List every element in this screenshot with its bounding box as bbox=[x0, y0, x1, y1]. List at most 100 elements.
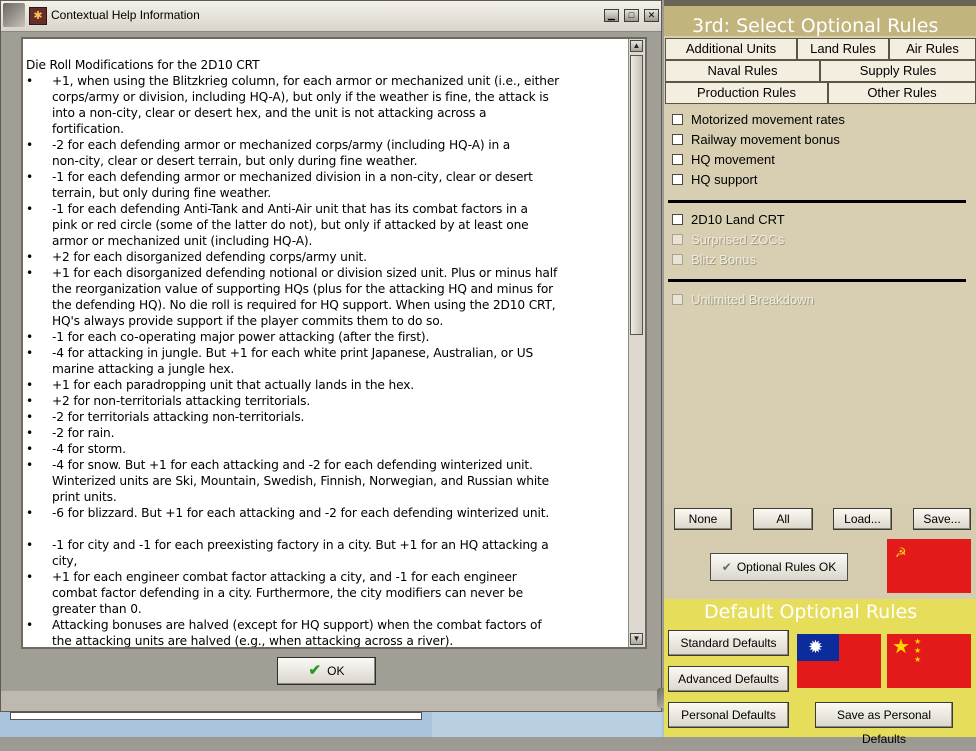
personal-defaults-label: Personal Defaults bbox=[681, 708, 776, 722]
modifier-item: • -1 for each defending armor or mechaniz… bbox=[26, 169, 628, 201]
minimize-icon[interactable]: ▁ bbox=[604, 9, 619, 22]
tab-supply-rules[interactable]: Supply Rules bbox=[820, 60, 976, 82]
bullet-icon: • bbox=[26, 570, 34, 584]
modifier-item: • -1 for each co-operating major power at… bbox=[26, 329, 628, 345]
bullet-icon: • bbox=[26, 74, 34, 88]
modifier-line: city, bbox=[52, 554, 78, 568]
checkbox[interactable] bbox=[672, 174, 683, 185]
none-label: None bbox=[688, 512, 718, 526]
save-personal-defaults-button[interactable]: Save as Personal Defaults bbox=[815, 702, 953, 746]
modifier-line: print units. bbox=[52, 490, 117, 504]
bullet-icon: • bbox=[26, 426, 34, 440]
advanced-defaults-button[interactable]: Advanced Defaults bbox=[668, 666, 789, 692]
modifier-item: • -2 for rain. bbox=[26, 425, 628, 441]
help-heading: Die Roll Modifications for the 2D10 CRT bbox=[26, 58, 260, 72]
help-text-area[interactable]: Die Roll Modifications for the 2D10 CRT … bbox=[21, 37, 647, 649]
help-ok-button[interactable]: ✔ OK bbox=[277, 657, 376, 685]
bullet-icon: • bbox=[26, 250, 34, 264]
rule-label: Motorized movement rates bbox=[691, 112, 845, 127]
optional-ok-label: Optional Rules OK bbox=[736, 560, 837, 574]
modifier-item: • -4 for attacking in jungle. But +1 for … bbox=[26, 345, 628, 377]
bullet-icon: • bbox=[26, 410, 34, 424]
checkbox[interactable] bbox=[672, 134, 683, 145]
all-button[interactable]: All bbox=[753, 508, 813, 530]
modifier-line: +1 for each engineer combat factor attac… bbox=[52, 570, 517, 584]
scroll-up-icon[interactable]: ▲ bbox=[630, 40, 643, 52]
rule-motorized-movement[interactable]: Motorized movement rates bbox=[670, 112, 845, 130]
rule-label: HQ movement bbox=[691, 152, 775, 167]
bullet-icon: • bbox=[26, 394, 34, 408]
modifier-line: -6 for blizzard. But +1 for each attacki… bbox=[52, 506, 550, 520]
modifier-line: +2 for non-territorials attacking territ… bbox=[52, 394, 311, 408]
white-sun-icon: ✹ bbox=[808, 637, 824, 657]
modifier-item: • -1 for each defending Anti-Tank and Ant… bbox=[26, 201, 628, 249]
close-icon[interactable]: ✕ bbox=[644, 9, 659, 22]
modifier-line: Attacking bonuses are halved (except for… bbox=[52, 618, 542, 632]
modifier-line: into a non-city, clear or desert hex, an… bbox=[52, 106, 487, 120]
advanced-defaults-label: Advanced Defaults bbox=[678, 672, 779, 686]
rules-divider bbox=[668, 200, 966, 203]
checkmark-icon: ✔ bbox=[721, 560, 732, 574]
bullet-icon: • bbox=[26, 346, 34, 360]
bullet-icon: • bbox=[26, 618, 34, 632]
default-rules-section: Default Optional Rules Standard Defaults… bbox=[664, 599, 976, 746]
scroll-down-icon[interactable]: ▼ bbox=[630, 633, 643, 645]
all-label: All bbox=[776, 512, 790, 526]
scrollbar-thumb[interactable] bbox=[630, 55, 643, 335]
checkbox[interactable] bbox=[672, 114, 683, 125]
rules-divider bbox=[668, 279, 966, 282]
modifier-item: • -4 for storm. bbox=[26, 441, 628, 457]
modifier-line: -4 for storm. bbox=[52, 442, 126, 456]
tab-additional-units[interactable]: Additional Units bbox=[665, 38, 797, 60]
optional-rules-ok-button[interactable]: ✔ Optional Rules OK bbox=[710, 553, 848, 581]
personal-defaults-button[interactable]: Personal Defaults bbox=[668, 702, 789, 728]
checkbox bbox=[672, 254, 683, 265]
save-button[interactable]: Save... bbox=[913, 508, 971, 530]
tab-other-rules[interactable]: Other Rules bbox=[828, 82, 976, 104]
rules-title-bar: 3rd: Select Optional Rules bbox=[664, 6, 976, 37]
rule-hq-support[interactable]: HQ support bbox=[670, 172, 757, 190]
standard-defaults-button[interactable]: Standard Defaults bbox=[668, 630, 789, 656]
help-window: ✱ Contextual Help Information ▁ □ ✕ Die … bbox=[0, 0, 662, 712]
modifier-line: fortification. bbox=[52, 122, 124, 136]
rule-blitz-bonus: Blitz Bonus bbox=[670, 252, 756, 270]
none-button[interactable]: None bbox=[674, 508, 732, 530]
load-button[interactable]: Load... bbox=[833, 508, 892, 530]
modifier-line: HQ's always provide support if the playe… bbox=[52, 314, 444, 328]
vertical-scrollbar[interactable]: ▲ ▼ bbox=[628, 39, 645, 647]
optional-rules-panel: 3rd: Select Optional Rules Additional Un… bbox=[664, 0, 976, 746]
flag-canton: ✹ bbox=[797, 634, 839, 661]
large-star-icon: ★ bbox=[892, 636, 910, 658]
modifier-line: +1 for each disorganized defending notio… bbox=[52, 266, 558, 280]
tab-production-rules[interactable]: Production Rules bbox=[665, 82, 828, 104]
maximize-icon[interactable]: □ bbox=[624, 9, 639, 22]
help-status-strip bbox=[1, 691, 661, 711]
modifier-item: • Attacking bonuses are halved (except fo… bbox=[26, 617, 628, 647]
rules-panel-title: 3rd: Select Optional Rules bbox=[692, 15, 939, 37]
bullet-icon: • bbox=[26, 202, 34, 216]
help-titlebar[interactable]: ✱ Contextual Help Information ▁ □ ✕ bbox=[1, 1, 661, 32]
modifier-line: -2 for territorials attacking non-territ… bbox=[52, 410, 305, 424]
default-rules-title: Default Optional Rules bbox=[704, 601, 918, 623]
rule-railway-movement[interactable]: Railway movement bonus bbox=[670, 132, 840, 150]
tab-naval-rules[interactable]: Naval Rules bbox=[665, 60, 820, 82]
modifier-line: +1, when using the Blitzkrieg column, fo… bbox=[52, 74, 560, 88]
checkbox[interactable] bbox=[672, 214, 683, 225]
tab-land-rules[interactable]: Land Rules bbox=[797, 38, 889, 60]
rules-list: Motorized movement rates Railway movemen… bbox=[664, 106, 976, 504]
modifier-line: -1 for city and -1 for each preexisting … bbox=[52, 538, 549, 552]
rule-hq-movement[interactable]: HQ movement bbox=[670, 152, 775, 170]
checkbox bbox=[672, 294, 683, 305]
bullet-icon: • bbox=[26, 442, 34, 456]
modifier-item: • +2 for each disorganized defending corp… bbox=[26, 249, 628, 265]
tab-label: Other Rules bbox=[867, 85, 937, 100]
checkbox[interactable] bbox=[672, 154, 683, 165]
tab-air-rules[interactable]: Air Rules bbox=[889, 38, 976, 60]
modifier-item: • -2 for territorials attacking non-terri… bbox=[26, 409, 628, 425]
modifier-item: • +1 for each paradropping unit that actu… bbox=[26, 377, 628, 393]
rule-2d10-land-crt[interactable]: 2D10 Land CRT bbox=[670, 212, 785, 230]
modifier-line: -1 for each co-operating major power att… bbox=[52, 330, 430, 344]
modifier-line: -4 for attacking in jungle. But +1 for e… bbox=[52, 346, 534, 360]
bullet-icon: • bbox=[26, 506, 34, 520]
